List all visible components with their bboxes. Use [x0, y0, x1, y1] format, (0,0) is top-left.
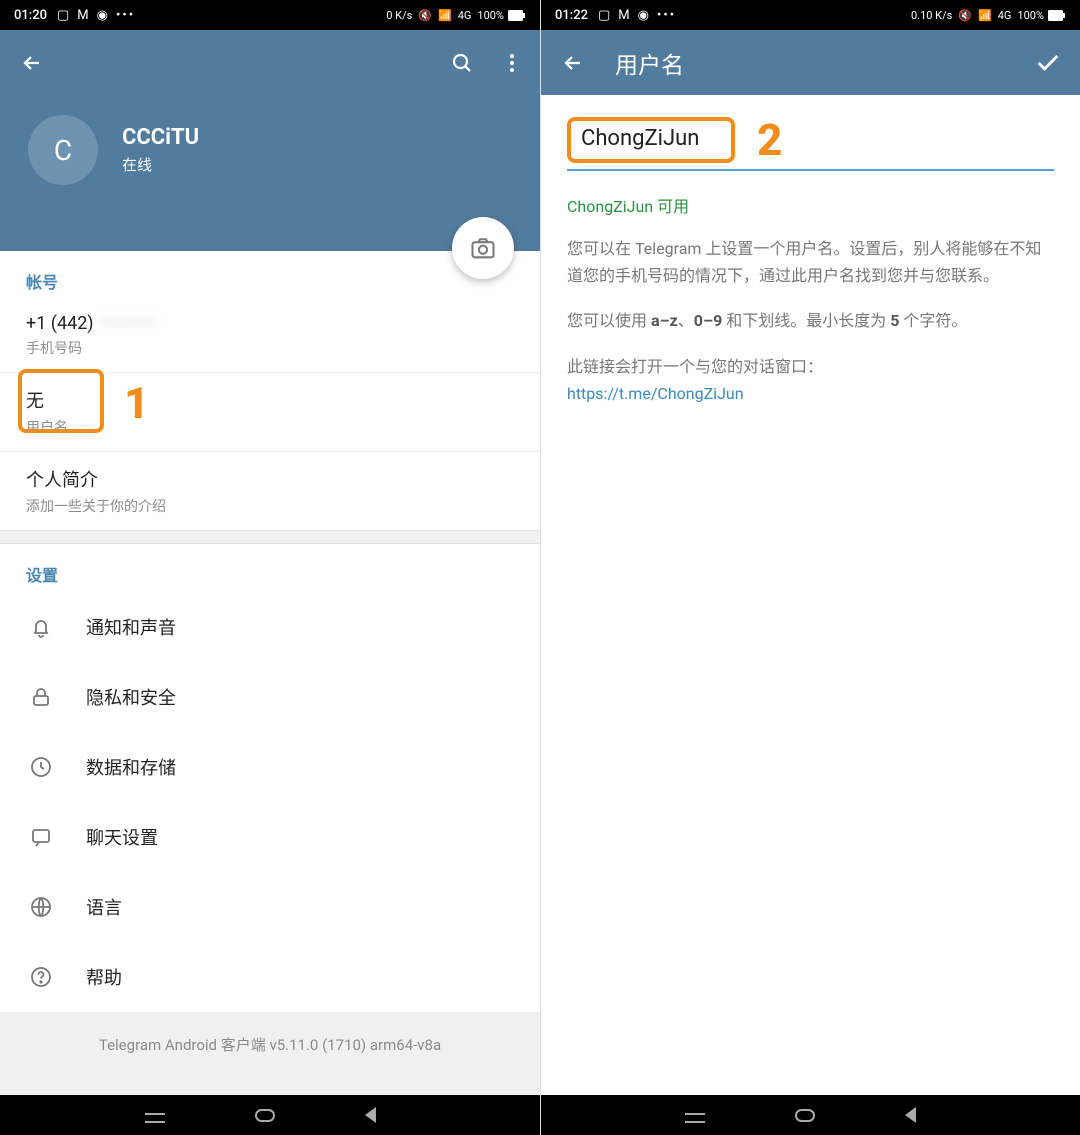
settings-row-notifications[interactable]: 通知和声音	[0, 592, 540, 662]
nav-home-icon[interactable]	[795, 1109, 815, 1122]
nav-back-icon[interactable]	[365, 1107, 376, 1123]
bell-icon	[26, 612, 56, 642]
search-icon[interactable]	[450, 51, 474, 75]
more-menu-icon[interactable]	[502, 51, 522, 75]
status-right-icons: 0 K/s 🔇 📶 4G 100%	[386, 9, 526, 22]
wifi-icon: 📶	[978, 9, 992, 22]
more-status-icon: •••	[116, 8, 135, 23]
username-available-text: ChongZiJun 可用	[567, 193, 1054, 217]
battery-indicator: 100%	[1017, 9, 1066, 22]
settings-row-privacy[interactable]: 隐私和安全	[0, 662, 540, 732]
page-title: 用户名	[615, 46, 684, 80]
chat-status-icon: ◉	[97, 8, 108, 23]
input-underline	[567, 169, 1054, 171]
phone-hidden: ••••••••	[100, 313, 157, 334]
globe-icon	[26, 892, 56, 922]
username-value: 无	[26, 387, 514, 413]
signal-4g: 4G	[998, 9, 1012, 22]
username-row[interactable]: 无 用户名	[0, 373, 540, 452]
username-form: 2 ChongZiJun 可用 您可以在 Telegram 上设置一个用户名。设…	[541, 95, 1080, 429]
back-icon[interactable]	[561, 51, 585, 75]
image-icon: ▢	[57, 8, 69, 23]
mail-icon: M	[618, 8, 629, 23]
link-intro: 此链接会打开一个与您的对话窗口：	[567, 357, 823, 376]
status-bar: 01:22 ▢ M ◉ ••• 0.10 K/s 🔇 📶 4G 100%	[541, 0, 1080, 30]
confirm-check-icon[interactable]	[1034, 49, 1062, 77]
bio-value: 个人简介	[26, 466, 514, 492]
annotation-number-1: 1	[124, 377, 149, 429]
bio-label: 添加一些关于你的介绍	[26, 496, 514, 516]
status-right-icons: 0.10 K/s 🔇 📶 4G 100%	[911, 9, 1066, 22]
left-phone: 01:20 ▢ M ◉ ••• 0 K/s 🔇 📶 4G 100%	[0, 0, 540, 1135]
nav-home-icon[interactable]	[255, 1109, 275, 1122]
more-status-icon: •••	[657, 8, 676, 23]
username-link-block: 此链接会打开一个与您的对话窗口： https://t.me/ChongZiJun	[567, 353, 1054, 407]
username-link[interactable]: https://t.me/ChongZiJun	[567, 384, 744, 403]
settings-section-title: 设置	[0, 544, 540, 592]
phone-row[interactable]: +1 (442) •••••••• 手机号码	[0, 299, 540, 373]
android-navbar	[541, 1095, 1080, 1135]
status-bar: 01:20 ▢ M ◉ ••• 0 K/s 🔇 📶 4G 100%	[0, 0, 540, 30]
android-navbar	[0, 1095, 540, 1135]
lock-icon	[26, 682, 56, 712]
settings-row-chat[interactable]: 聊天设置	[0, 802, 540, 872]
profile-header-bar	[0, 30, 540, 95]
username-input[interactable]	[581, 126, 721, 151]
image-icon: ▢	[598, 8, 610, 23]
username-label: 用户名	[26, 417, 514, 437]
section-divider	[0, 530, 540, 544]
profile-block: C CCCiTU 在线	[0, 95, 540, 251]
chat-status-icon: ◉	[638, 8, 649, 23]
username-desc-1: 您可以在 Telegram 上设置一个用户名。设置后，别人将能够在不知道您的手机…	[567, 235, 1054, 289]
help-icon	[26, 962, 56, 992]
wifi-icon: 📶	[438, 9, 452, 22]
mute-icon: 🔇	[418, 9, 432, 22]
status-left-icons: ▢ M ◉ •••	[598, 8, 676, 23]
signal-4g: 4G	[458, 9, 472, 22]
clock-icon	[26, 752, 56, 782]
speed-indicator: 0.10 K/s	[911, 9, 952, 22]
camera-fab[interactable]	[452, 217, 514, 279]
phone-label: 手机号码	[26, 338, 514, 358]
version-footer: Telegram Android 客户端 v5.11.0 (1710) arm6…	[0, 1012, 540, 1095]
mail-icon: M	[77, 8, 88, 23]
online-status: 在线	[122, 154, 199, 175]
settings-row-help[interactable]: 帮助	[0, 942, 540, 1012]
avatar[interactable]: C	[28, 115, 98, 185]
phone-prefix: +1 (442)	[26, 313, 94, 334]
chat-icon	[26, 822, 56, 852]
username-desc-2: 您可以使用 a–z、0–9 和下划线。最小长度为 5 个字符。	[567, 307, 1054, 334]
status-time: 01:20	[14, 8, 47, 23]
annotation-box-2	[567, 117, 735, 163]
status-left-icons: ▢ M ◉ •••	[57, 8, 135, 23]
speed-indicator: 0 K/s	[386, 9, 412, 22]
bio-row[interactable]: 个人简介 添加一些关于你的介绍	[0, 452, 540, 530]
right-phone: 01:22 ▢ M ◉ ••• 0.10 K/s 🔇 📶 4G 100% 用户名	[540, 0, 1080, 1135]
username-header-bar: 用户名	[541, 30, 1080, 95]
annotation-number-2: 2	[757, 118, 782, 162]
battery-indicator: 100%	[477, 9, 526, 22]
settings-row-data[interactable]: 数据和存储	[0, 732, 540, 802]
mute-icon: 🔇	[958, 9, 972, 22]
nav-back-icon[interactable]	[905, 1107, 916, 1123]
settings-row-language[interactable]: 语言	[0, 872, 540, 942]
back-icon[interactable]	[20, 51, 44, 75]
profile-name: CCCiTU	[122, 125, 199, 150]
status-time: 01:22	[555, 8, 588, 23]
